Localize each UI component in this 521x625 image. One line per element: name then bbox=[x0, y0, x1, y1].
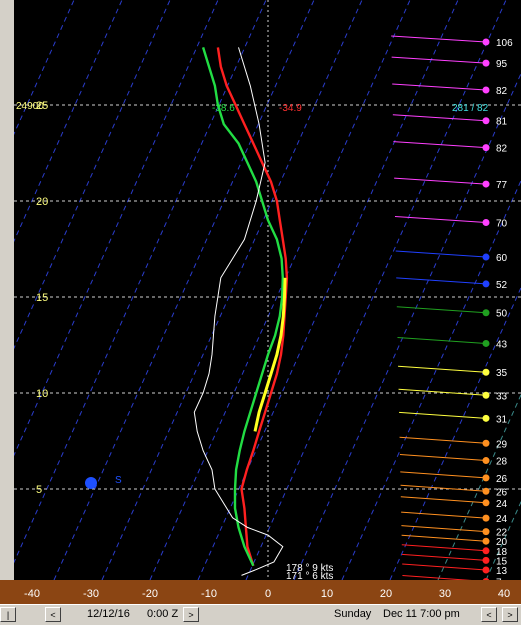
y-tick-label: 5 bbox=[36, 484, 42, 496]
wind-dot bbox=[482, 86, 490, 94]
wind-speed-label: 50 bbox=[496, 309, 508, 320]
wind-speed-label: 77 bbox=[496, 180, 508, 191]
wind-dot bbox=[482, 499, 490, 507]
wind-dot bbox=[482, 218, 490, 226]
x-tick-label: 30 bbox=[439, 588, 451, 600]
prev-frame-button[interactable]: < bbox=[481, 607, 497, 622]
wind-dot bbox=[482, 528, 490, 536]
status-bar: | < > 12/12/16 0:00 Z Sunday Dec 11 7:00… bbox=[0, 604, 521, 625]
x-tick-label: 20 bbox=[380, 588, 392, 600]
wind-speed-label: 31 bbox=[496, 414, 508, 425]
wind-speed-label: 81 bbox=[496, 117, 508, 128]
wind-dot bbox=[482, 339, 490, 347]
wind-dot bbox=[482, 487, 490, 495]
wind-dot bbox=[482, 144, 490, 152]
prev-time-button[interactable]: < bbox=[45, 607, 61, 622]
wind-dot bbox=[482, 368, 490, 376]
skewt-chart: 510152025 106958281827770605250433533312… bbox=[14, 0, 521, 580]
wind-dot bbox=[482, 556, 490, 564]
next-time-button[interactable]: > bbox=[183, 607, 199, 622]
y-tick-label: 15 bbox=[36, 292, 48, 304]
local-time-label: Dec 11 7:00 pm bbox=[383, 608, 460, 620]
surface-wind-info: 178 ° 9 kts 171 ° 6 kts bbox=[286, 563, 333, 580]
wind-speed-label: 70 bbox=[496, 218, 508, 229]
wind-dot bbox=[482, 180, 490, 188]
x-tick-label: -20 bbox=[142, 588, 158, 600]
x-tick-label: -10 bbox=[201, 588, 217, 600]
surface-wind-2: 171 ° 6 kts bbox=[286, 571, 333, 580]
wind-speed-label: 82 bbox=[496, 144, 508, 155]
wind-dot bbox=[482, 391, 490, 399]
station-label: S bbox=[115, 475, 122, 486]
wind-speed-label: 33 bbox=[496, 391, 508, 402]
wind-speed-label: 52 bbox=[496, 280, 508, 291]
temperature-readout: -34.9 bbox=[279, 103, 302, 114]
station-dot[interactable] bbox=[85, 477, 97, 489]
dewpoint-readout: -38.6 bbox=[212, 103, 235, 114]
next-frame-button[interactable]: > bbox=[502, 607, 518, 622]
x-tick-label: 40 bbox=[498, 588, 510, 600]
wind-dot bbox=[482, 514, 490, 522]
x-tick-label: -40 bbox=[24, 588, 40, 600]
wind-speed-label: 95 bbox=[496, 59, 508, 70]
wind-speed-label: 28 bbox=[496, 457, 508, 468]
weekday-label: Sunday bbox=[334, 608, 372, 620]
wind-speed-label: 24 bbox=[496, 514, 508, 525]
wind-speed-label: 24 bbox=[496, 499, 508, 510]
wind-dot bbox=[482, 439, 490, 447]
wind-dot bbox=[482, 537, 490, 545]
pressure-readout: 24900 bbox=[16, 101, 44, 112]
wind-speed-label: 43 bbox=[496, 339, 508, 350]
left-panel-edge bbox=[0, 0, 15, 604]
wind-speed-label: 82 bbox=[496, 86, 508, 97]
date-label: 12/12/16 bbox=[87, 608, 130, 620]
wind-dot bbox=[482, 566, 490, 574]
wind-dot bbox=[482, 457, 490, 465]
y-tick-label: 10 bbox=[36, 388, 48, 400]
wind-readout: 281 / 82 bbox=[452, 103, 489, 114]
x-tick-label: -30 bbox=[83, 588, 99, 600]
wind-dot bbox=[482, 59, 490, 67]
utc-time-label: 0:00 Z bbox=[147, 608, 179, 620]
wind-speed-label: 60 bbox=[496, 253, 508, 264]
left-separator-button[interactable]: | bbox=[0, 607, 16, 622]
wind-dot bbox=[482, 280, 490, 288]
wind-speed-label: 26 bbox=[496, 474, 508, 485]
wind-speed-label: 35 bbox=[496, 368, 508, 379]
wind-dot bbox=[482, 309, 490, 317]
wind-dot bbox=[482, 414, 490, 422]
wind-speed-label: 26 bbox=[496, 487, 508, 498]
x-tick-label: 10 bbox=[321, 588, 333, 600]
wind-dot bbox=[482, 38, 490, 46]
wind-speed-label: 13 bbox=[496, 566, 508, 577]
temperature-axis: -40 -30 -20 -10 0 10 20 30 40 bbox=[0, 580, 521, 604]
wind-dot bbox=[482, 253, 490, 261]
wind-dot bbox=[482, 547, 490, 555]
wind-speed-label: 106 bbox=[496, 38, 513, 49]
x-tick-label: 0 bbox=[265, 588, 271, 600]
wind-dot bbox=[482, 474, 490, 482]
wind-dot bbox=[482, 117, 490, 125]
y-tick-label: 20 bbox=[36, 196, 48, 208]
wind-speed-label: 29 bbox=[496, 439, 508, 450]
